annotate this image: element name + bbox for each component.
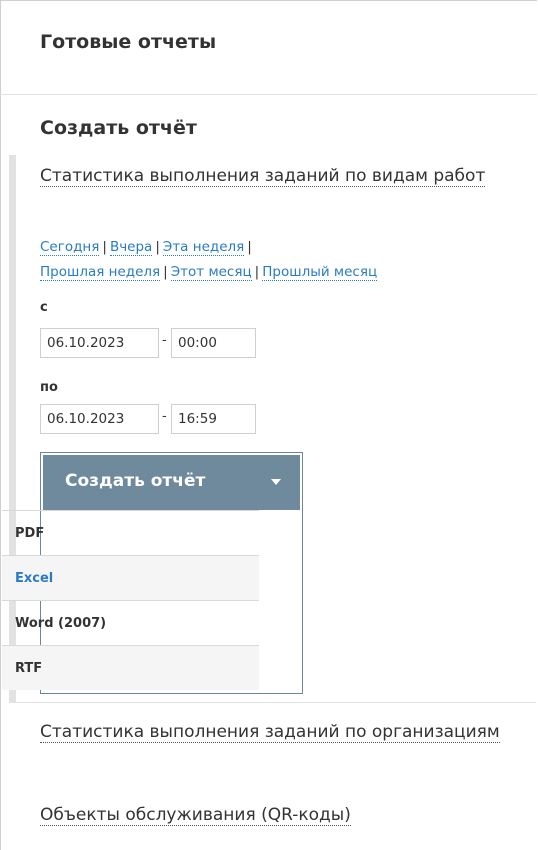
export-word-option[interactable]: Word (2007) bbox=[2, 600, 259, 645]
separator: | bbox=[163, 264, 168, 280]
create-report-button-label: Создать отчёт bbox=[65, 471, 206, 491]
export-excel-option[interactable]: Excel bbox=[2, 555, 259, 600]
range-last-month-link[interactable]: Прошлый месяц bbox=[262, 264, 378, 281]
separator: | bbox=[155, 239, 160, 255]
create-report-heading: Создать отчёт bbox=[40, 117, 197, 139]
report-link-qr-objects[interactable]: Объекты обслуживания (QR-коды) bbox=[40, 803, 500, 827]
quick-range-row: Сегодня | Вчера | Эта неделя | bbox=[40, 238, 255, 256]
caret-down-icon[interactable] bbox=[271, 479, 281, 485]
separator: | bbox=[102, 239, 107, 255]
from-label: с bbox=[40, 300, 48, 315]
export-pdf-option[interactable]: PDF bbox=[2, 510, 259, 555]
report-link-label: Объекты обслуживания (QR-коды) bbox=[40, 805, 351, 826]
range-today-link[interactable]: Сегодня bbox=[40, 239, 100, 256]
date-time-separator: - bbox=[162, 409, 167, 424]
report-link-organizations[interactable]: Статистика выполнения заданий по организ… bbox=[40, 720, 500, 744]
range-yesterday-link[interactable]: Вчера bbox=[109, 239, 153, 256]
report-link-label: Статистика выполнения заданий по видам р… bbox=[40, 166, 486, 187]
range-this-month-link[interactable]: Этот месяц bbox=[170, 264, 252, 281]
report-link-work-types[interactable]: Статистика выполнения заданий по видам р… bbox=[40, 164, 500, 188]
create-report-button[interactable]: Создать отчёт bbox=[43, 455, 300, 510]
range-this-week-link[interactable]: Эта неделя bbox=[162, 239, 245, 256]
separator: | bbox=[254, 264, 260, 280]
to-label: по bbox=[40, 380, 58, 395]
export-rtf-option[interactable]: RTF bbox=[2, 645, 259, 690]
separator: | bbox=[247, 239, 252, 255]
to-time-input[interactable]: 16:59 bbox=[171, 404, 256, 434]
report-link-label: Статистика выполнения заданий по организ… bbox=[40, 722, 500, 743]
quick-range-row: Прошлая неделя | Этот месяц | Прошлый месяц bbox=[40, 263, 378, 281]
from-date-input[interactable]: 06.10.2023 bbox=[40, 328, 159, 358]
to-date-input[interactable]: 06.10.2023 bbox=[40, 404, 159, 434]
date-time-separator: - bbox=[162, 333, 167, 348]
ready-reports-heading[interactable]: Готовые отчеты bbox=[40, 31, 216, 53]
range-last-week-link[interactable]: Прошлая неделя bbox=[40, 264, 161, 281]
from-time-input[interactable]: 00:00 bbox=[171, 328, 256, 358]
